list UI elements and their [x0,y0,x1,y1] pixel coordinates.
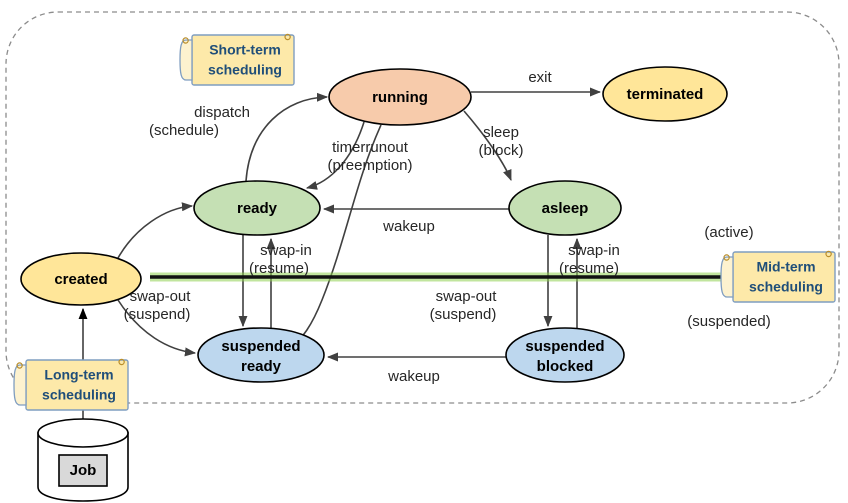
state-created[interactable]: created [20,252,142,306]
edge-label-timerrunout-line1: timerrunout [332,139,409,156]
state-ready-label: ready [237,200,278,217]
state-suspended-blocked-label-line1: suspended [525,338,604,355]
banner-short-term-line2: scheduling [208,62,282,78]
edge-label-swap-in-right-line1: swap-in [568,242,620,259]
diagram-canvas: Job running terminated ready asleep crea… [0,0,848,503]
edge-label-swap-in-right-line2: (resume) [559,260,619,277]
state-suspended-ready-label-line2: ready [241,358,282,375]
edge-label-dispatch-line2: (schedule) [149,122,219,139]
edge-label-timerrunout-line2: (preemption) [327,157,412,174]
state-running[interactable]: running [328,68,472,126]
edge-label-swap-out-left-line1: swap-out [130,288,192,305]
state-ready[interactable]: ready [193,180,321,236]
state-asleep-label: asleep [542,200,589,217]
banner-long-term-line2: scheduling [42,387,116,403]
banner-mid-term-line1: Mid-term [756,259,815,275]
edge-label-dispatch-line1: dispatch [194,104,250,121]
banner-long-term-scheduling: Long-term scheduling [13,358,129,411]
edge-label-swap-out-right-line1: swap-out [436,288,498,305]
state-suspended-blocked[interactable]: suspended blocked [505,327,625,383]
edge-ready-to-running [245,92,329,182]
edge-label-swap-in-left-line1: swap-in [260,242,312,259]
label-active: (active) [704,224,753,241]
job-label: Job [70,462,97,479]
banner-mid-term-line2: scheduling [749,279,823,295]
state-suspended-blocked-label-line2: blocked [537,358,594,375]
edge-label-sleep-line2: (block) [478,142,523,159]
edge-label-wakeup-bottom: wakeup [387,368,440,385]
state-suspended-ready-label-line1: suspended [221,338,300,355]
edge-label-swap-in-left-line2: (resume) [249,260,309,277]
edge-label-wakeup-top: wakeup [382,218,435,235]
state-suspended-ready[interactable]: suspended ready [197,327,325,383]
banner-short-term-line1: Short-term [209,42,281,58]
process-state-diagram: Job running terminated ready asleep crea… [5,11,840,502]
edge-label-exit: exit [528,69,552,86]
banner-mid-term-scheduling: Mid-term scheduling [720,250,836,303]
state-terminated[interactable]: terminated [602,66,728,122]
banner-short-term-scheduling: Short-term scheduling [179,33,295,86]
banner-long-term-line1: Long-term [44,367,113,383]
edge-created-to-ready [117,202,194,259]
state-created-label: created [54,271,107,288]
state-asleep[interactable]: asleep [508,180,622,236]
label-suspended: (suspended) [687,313,770,330]
edge-label-sleep-line1: sleep [483,124,519,141]
state-running-label: running [372,89,428,106]
state-terminated-label: terminated [627,86,704,103]
edge-label-swap-out-right-line2: (suspend) [430,306,497,323]
edge-label-swap-out-left-line2: (suspend) [124,306,191,323]
